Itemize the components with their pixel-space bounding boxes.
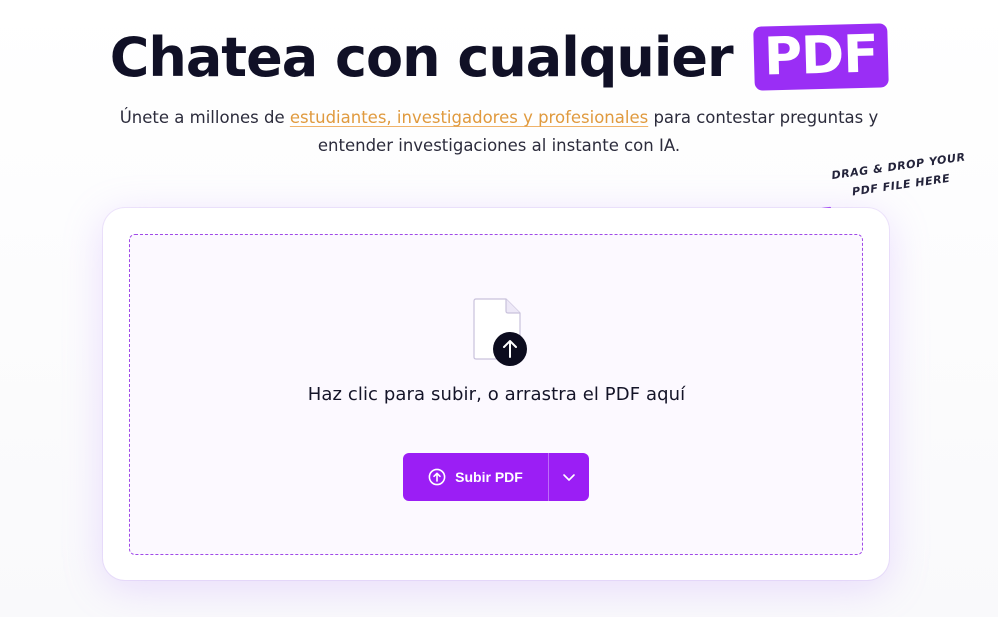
upload-pdf-button[interactable]: Subir PDF	[403, 453, 548, 501]
page-subtitle: Únete a millones de estudiantes, investi…	[100, 104, 898, 160]
upload-pdf-label: Subir PDF	[455, 469, 523, 485]
title-text: Chatea con cualquier	[109, 25, 734, 89]
upload-circle-icon	[428, 468, 446, 486]
page-title: Chatea con cualquier PDF	[0, 22, 998, 92]
upload-prompt: Haz clic para subir, o arrastra el PDF a…	[307, 384, 686, 405]
document-upload-icon	[473, 298, 527, 366]
upload-button-group: Subir PDF	[403, 453, 589, 501]
subtitle-text-start: Únete a millones de	[119, 108, 290, 127]
title-highlight-badge: PDF	[753, 23, 890, 92]
audience-link[interactable]: estudiantes, investigadores y profesiona…	[290, 108, 648, 127]
upload-options-dropdown[interactable]	[549, 453, 589, 501]
chevron-down-icon	[563, 474, 575, 481]
